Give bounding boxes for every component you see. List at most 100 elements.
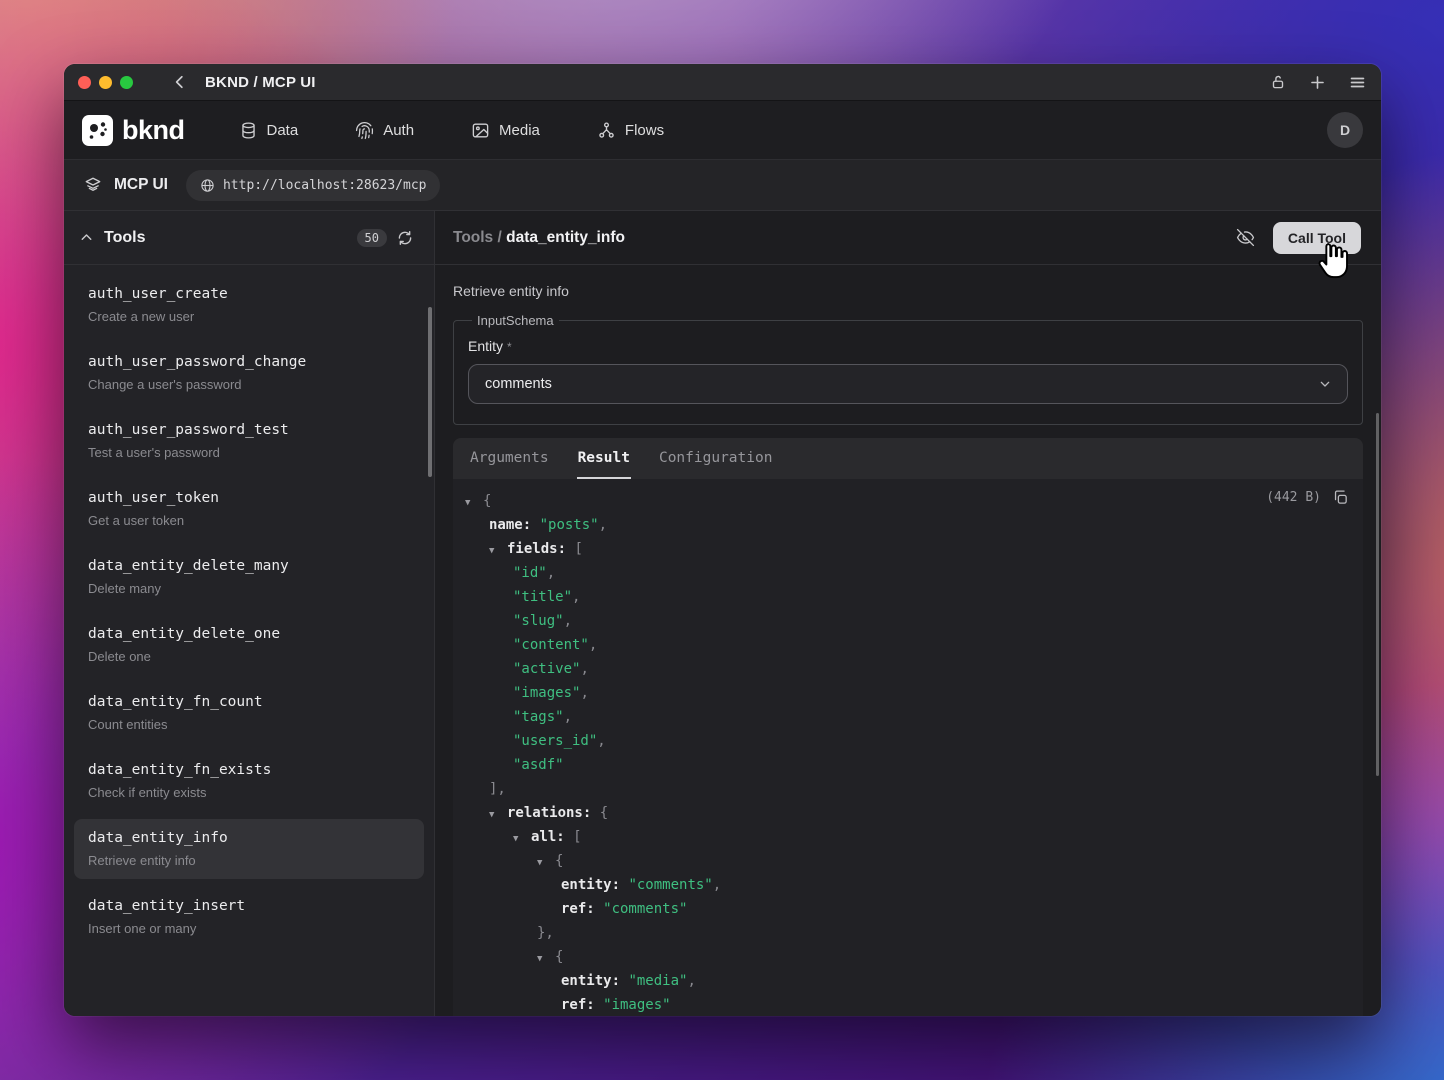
tab-arguments[interactable]: Arguments — [469, 438, 550, 479]
result-card: Arguments Result Configuration (442 B) ▼… — [453, 438, 1363, 1016]
lock-open-icon[interactable] — [1269, 73, 1287, 91]
json-line: "content", — [453, 633, 1363, 657]
collapse-arrow-icon[interactable]: ▼ — [465, 491, 483, 515]
json-token-str: "comments" — [595, 901, 688, 917]
json-token-pun: , — [687, 973, 695, 989]
nav-item-label: Auth — [383, 122, 414, 139]
tool-name: data_entity_delete_many — [88, 558, 410, 574]
sidebar-tool-auth_user_password_test[interactable]: auth_user_password_testTest a user's pas… — [74, 411, 424, 471]
tab-configuration[interactable]: Configuration — [658, 438, 774, 479]
json-line: entity: "media", — [453, 969, 1363, 993]
layers-icon — [84, 176, 102, 194]
call-tool-button[interactable]: Call Tool — [1273, 222, 1361, 254]
tool-description: Change a user's password — [88, 377, 410, 392]
result-tab-bar: Arguments Result Configuration — [453, 438, 1363, 479]
json-token-pun: , — [599, 517, 607, 533]
user-avatar[interactable]: D — [1327, 112, 1363, 148]
fingerprint-icon — [355, 121, 374, 140]
tool-description: Delete one — [88, 649, 410, 664]
tools-section-header[interactable]: Tools 50 — [64, 211, 434, 265]
tool-description: Check if entity exists — [88, 785, 410, 800]
menu-icon[interactable] — [1348, 73, 1367, 92]
mcp-subheader: MCP UI http://localhost:28623/mcp — [64, 160, 1381, 211]
new-tab-icon[interactable] — [1308, 73, 1327, 92]
json-token-pun: [ — [566, 541, 583, 557]
traffic-lights — [78, 76, 133, 89]
required-marker: * — [507, 340, 512, 354]
refresh-tools-button[interactable] — [396, 229, 414, 247]
entity-select[interactable]: comments — [468, 364, 1348, 404]
json-token-key: ref: — [561, 901, 595, 917]
tools-section-title: Tools — [104, 229, 145, 247]
sidebar-tool-data_entity_fn_exists[interactable]: data_entity_fn_exists Check if entity exi… — [74, 751, 424, 811]
nav-item-auth[interactable]: Auth — [355, 121, 414, 140]
json-token-pun: [ — [565, 829, 582, 845]
json-token-pun: ], — [489, 781, 506, 797]
json-token-key: ref: — [561, 997, 595, 1013]
copy-result-button[interactable] — [1332, 489, 1349, 506]
tab-result[interactable]: Result — [577, 438, 631, 479]
json-token-pun: , — [564, 709, 572, 725]
json-line: "images", — [453, 681, 1363, 705]
json-token-pun: , — [572, 589, 580, 605]
json-token-pun: , — [547, 565, 555, 581]
json-token-pun: , — [580, 685, 588, 701]
json-token-key: fields: — [507, 541, 566, 557]
json-line: entity: "comments", — [453, 873, 1363, 897]
json-token-str: "title" — [513, 589, 572, 605]
nav-item-flows[interactable]: Flows — [597, 121, 664, 140]
tool-name: data_entity_fn_exists — [88, 762, 410, 778]
tool-name: auth_user_password_test — [88, 422, 410, 438]
bknd-logo-icon — [82, 115, 113, 146]
zoom-window-button[interactable] — [120, 76, 133, 89]
json-line: name: "posts", — [453, 513, 1363, 537]
sidebar-tool-data_entity_delete_one[interactable]: data_entity_delete_oneDelete one — [74, 615, 424, 675]
hide-result-button[interactable] — [1236, 228, 1255, 247]
json-line: ▼relations: { — [453, 801, 1363, 825]
brand-logo[interactable]: bknd — [82, 115, 185, 146]
nav-item-data[interactable]: Data — [239, 121, 299, 140]
json-line: ▼{ — [453, 489, 1363, 513]
json-line: "tags", — [453, 705, 1363, 729]
sidebar-tool-auth_user_password_change[interactable]: auth_user_password_changeChange a user's… — [74, 343, 424, 403]
chevron-down-icon — [1317, 376, 1333, 392]
close-window-button[interactable] — [78, 76, 91, 89]
nav-item-media[interactable]: Media — [471, 121, 540, 140]
json-token-str: "slug" — [513, 613, 564, 629]
sidebar-tool-data_entity_info[interactable]: data_entity_infoRetrieve entity info — [74, 819, 424, 879]
json-line: "active", — [453, 657, 1363, 681]
json-line: "users_id", — [453, 729, 1363, 753]
main-scrollbar[interactable] — [1376, 413, 1379, 776]
collapse-arrow-icon[interactable]: ▼ — [537, 851, 555, 875]
collapse-arrow-icon[interactable]: ▼ — [537, 947, 555, 971]
tools-sidebar: Tools 50 auth_user_createCreate a new us… — [64, 211, 435, 1016]
collapse-arrow-icon[interactable]: ▼ — [513, 827, 531, 851]
sidebar-tool-auth_user_create[interactable]: auth_user_createCreate a new user — [74, 275, 424, 335]
refresh-icon — [396, 229, 414, 247]
tool-list: auth_user_createCreate a new user auth_us… — [64, 265, 434, 1016]
sidebar-tool-data_entity_fn_count[interactable]: data_entity_fn_countCount entities — [74, 683, 424, 743]
breadcrumb-section[interactable]: Tools — [453, 229, 493, 246]
json-token-key: relations: — [507, 805, 591, 821]
json-line: ▼all: [ — [453, 825, 1363, 849]
sidebar-tool-data_entity_insert[interactable]: data_entity_insertInsert one or many — [74, 887, 424, 947]
minimize-window-button[interactable] — [99, 76, 112, 89]
json-token-pun: , — [597, 733, 605, 749]
tool-description: Retrieve entity info — [88, 853, 410, 868]
json-token-str: "images" — [595, 997, 671, 1013]
server-url-pill[interactable]: http://localhost:28623/mcp — [186, 170, 441, 201]
sidebar-tool-data_entity_delete_many[interactable]: data_entity_delete_manyDelete many — [74, 547, 424, 607]
collapse-arrow-icon[interactable]: ▼ — [489, 539, 507, 563]
collapse-arrow-icon[interactable]: ▼ — [489, 803, 507, 827]
copy-icon — [1332, 489, 1349, 506]
back-button[interactable] — [171, 73, 189, 91]
sidebar-tool-auth_user_token[interactable]: auth_user_tokenGet a user token — [74, 479, 424, 539]
sidebar-scrollbar[interactable] — [428, 307, 432, 477]
json-token-pun: , — [713, 877, 721, 893]
json-token-pun: { — [591, 805, 608, 821]
json-token-str: "id" — [513, 565, 547, 581]
breadcrumb-bar: Tools / data_entity_info Call Tool — [435, 211, 1381, 265]
json-token-str: "images" — [513, 685, 580, 701]
json-token-str: "content" — [513, 637, 589, 653]
json-line: }, — [453, 921, 1363, 945]
